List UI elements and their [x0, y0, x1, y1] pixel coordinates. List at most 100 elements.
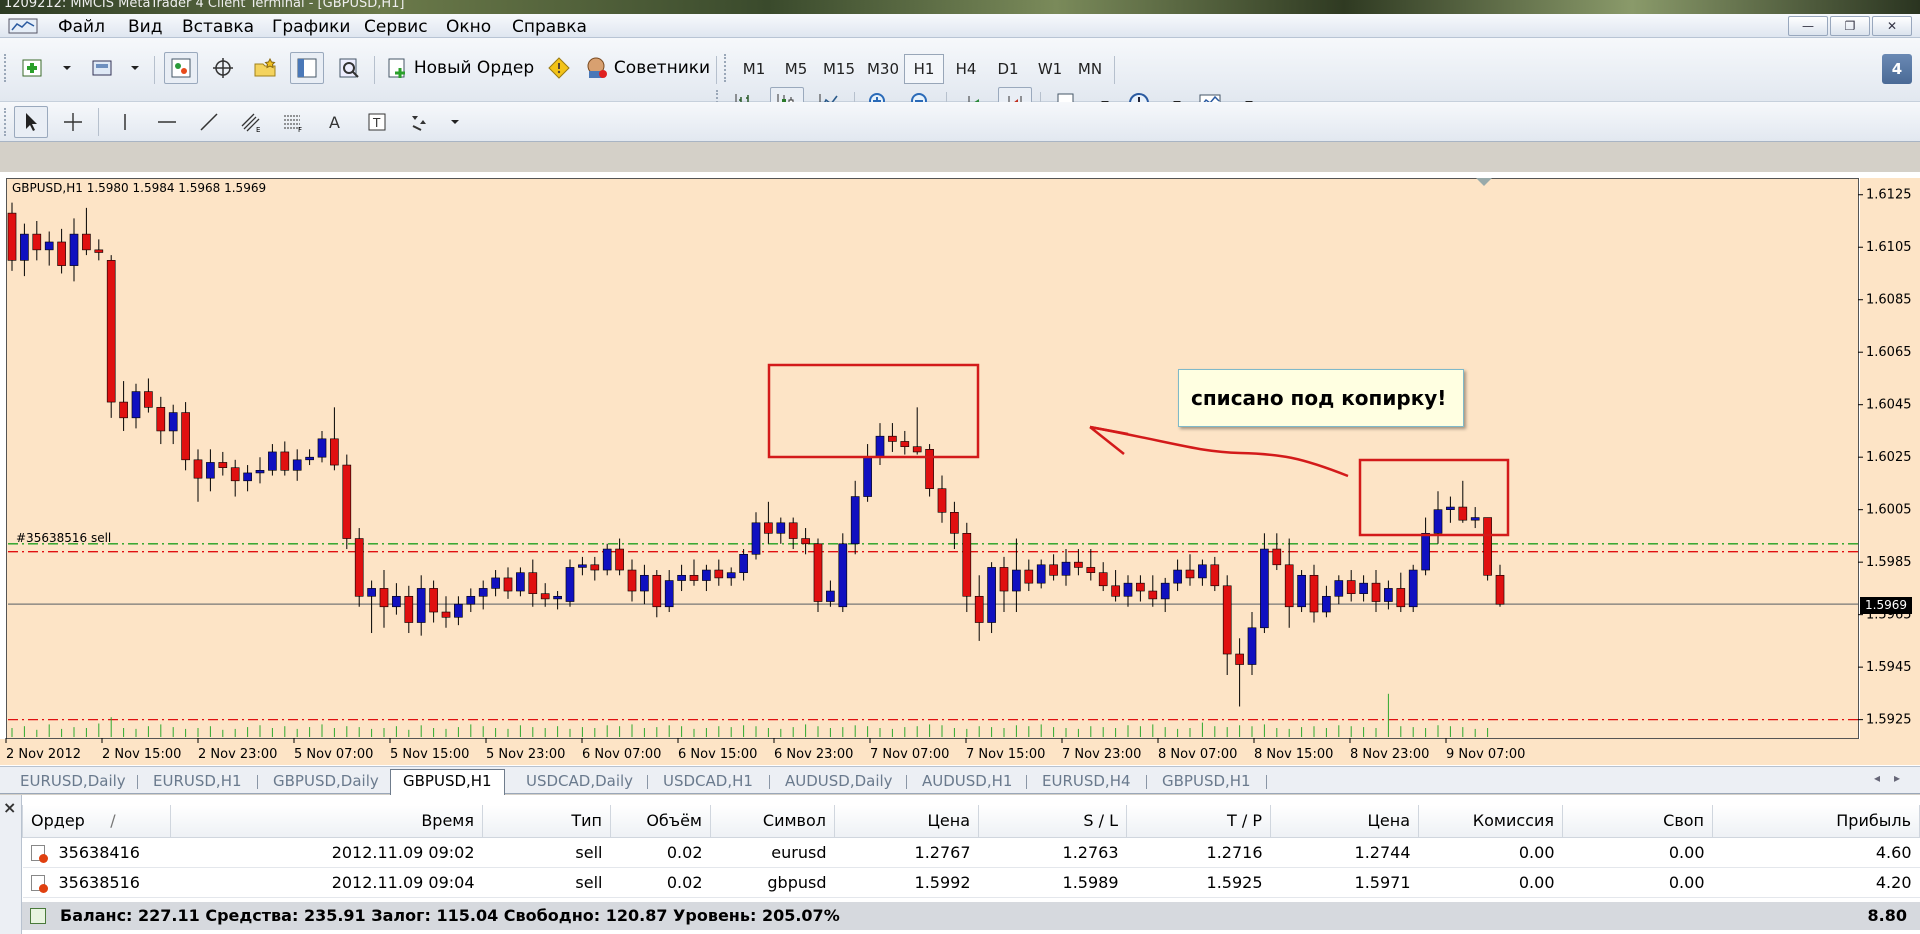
tester-button[interactable]	[332, 52, 366, 84]
tab-usdcad-h1[interactable]: USDCAD,H1	[651, 770, 765, 794]
magnifier-icon	[339, 58, 359, 78]
candle-body	[1086, 567, 1096, 573]
timeframe-mn[interactable]: MN	[1070, 54, 1110, 84]
candle-body	[379, 588, 389, 608]
arrows-dropdown[interactable]	[444, 106, 466, 138]
chart-window-icon[interactable]	[8, 18, 38, 34]
trendline-tool[interactable]	[192, 106, 226, 138]
candle-body	[950, 512, 959, 534]
col-type[interactable]: Тип	[482, 805, 611, 838]
horizontal-line-icon	[158, 121, 176, 123]
profiles-button[interactable]	[86, 52, 120, 84]
annotation-text-label[interactable]: списано под копирку!	[1178, 369, 1464, 427]
candle-body	[1408, 569, 1418, 608]
restore-button[interactable]: ❐	[1830, 16, 1870, 36]
new-order-icon	[388, 58, 405, 78]
tab-gbpusd-h1[interactable]: GBPUSD,H1	[390, 769, 505, 795]
horizontal-line-tool[interactable]	[150, 106, 184, 138]
close-icon[interactable]: ×	[3, 798, 16, 817]
candle-body	[1012, 569, 1021, 592]
candle-body	[478, 588, 488, 597]
arrows-tool[interactable]	[402, 106, 436, 138]
data-window-button[interactable]	[206, 52, 240, 84]
tab-scroll-arrows[interactable]: ◂▸	[1874, 771, 1914, 785]
tab-audusd-daily[interactable]: AUDUSD,Daily	[773, 770, 905, 794]
experts-button[interactable]: Советники	[582, 52, 712, 84]
col-sl[interactable]: S / L	[978, 805, 1127, 838]
crosshair-tool[interactable]	[56, 106, 90, 138]
col-current-price[interactable]: Цена	[1270, 805, 1419, 838]
tab-eurusd-h1[interactable]: EURUSD,H1	[141, 770, 254, 794]
candle-body	[912, 446, 922, 453]
col-profit[interactable]: Прибыль	[1712, 805, 1920, 838]
fibonacci-tool[interactable]: F	[276, 106, 310, 138]
timeframe-m15[interactable]: M15	[818, 54, 860, 84]
text-label-tool[interactable]: T	[360, 106, 394, 138]
close-button[interactable]: ✕	[1872, 16, 1912, 36]
price-chart[interactable]: 1.6125 1.6105 1.6085 1.6065 1.6045 1.6025 1.60…	[0, 172, 1920, 766]
terminal-button[interactable]	[290, 52, 324, 84]
candle-body	[491, 577, 500, 589]
candle-body	[813, 543, 823, 602]
col-price[interactable]: Цена	[834, 805, 979, 838]
y-tick-label: 1.5985	[1866, 555, 1912, 570]
menu-view[interactable]: Вид	[124, 17, 166, 37]
tab-gbpusd-daily[interactable]: GBPUSD,Daily	[261, 770, 391, 794]
tab-eurusd-h4[interactable]: EURUSD,H4	[1030, 770, 1143, 794]
menu-tools[interactable]: Сервис	[360, 17, 432, 37]
timeframe-h1[interactable]: H1	[904, 54, 944, 84]
x-tick-label: 5 Nov 15:00	[390, 747, 469, 762]
notifications-badge[interactable]: 4	[1882, 54, 1912, 84]
timeframe-w1[interactable]: W1	[1030, 54, 1070, 84]
menu-charts[interactable]: Графики	[268, 17, 354, 37]
table-row[interactable]: 35638516 2012.11.09 09:04 sell 0.02 gbpu…	[22, 867, 1920, 898]
candle-body	[875, 435, 885, 458]
col-time[interactable]: Время	[170, 805, 483, 838]
x-tick-label: 2 Nov 23:00	[198, 747, 277, 762]
col-commission[interactable]: Комиссия	[1418, 805, 1563, 838]
menu-help[interactable]: Справка	[508, 17, 591, 37]
menu-window[interactable]: Окно	[442, 17, 495, 37]
candle-body	[1371, 582, 1381, 602]
col-order[interactable]: Ордер /	[22, 805, 171, 838]
navigator-button[interactable]	[248, 52, 282, 84]
tab-eurusd-daily[interactable]: EURUSD,Daily	[8, 770, 138, 794]
candle-body	[1396, 588, 1406, 608]
tab-usdcad-daily[interactable]: USDCAD,Daily	[514, 770, 645, 794]
timeframe-m1[interactable]: M1	[734, 54, 774, 84]
vertical-line-tool[interactable]	[108, 106, 142, 138]
menu-insert[interactable]: Вставка	[178, 17, 258, 37]
candle-body	[863, 456, 872, 497]
candle-body	[404, 595, 414, 623]
balance-summary-row[interactable]: Баланс: 227.11 Средства: 235.91 Залог: 1…	[22, 902, 1920, 930]
candle-body	[925, 449, 934, 489]
table-row[interactable]: 35638416 2012.11.09 09:02 sell 0.02 euru…	[22, 837, 1920, 868]
minimize-button[interactable]: —	[1788, 16, 1828, 36]
y-tick-label: 1.6085	[1866, 293, 1912, 308]
cursor-tool[interactable]	[14, 106, 48, 138]
tab-audusd-h1[interactable]: AUDUSD,H1	[910, 770, 1024, 794]
timeframe-m5[interactable]: M5	[776, 54, 816, 84]
menu-bar: Файл Вид Вставка Графики Сервис Окно Спр…	[0, 14, 1920, 38]
profiles-dropdown[interactable]	[124, 52, 146, 84]
new-order-button[interactable]: Новый Ордер	[384, 52, 536, 84]
market-watch-button[interactable]	[164, 52, 198, 84]
equidistant-channel-tool[interactable]: E	[234, 106, 268, 138]
metaeditor-button[interactable]	[542, 52, 576, 84]
timeframe-m30[interactable]: M30	[862, 54, 904, 84]
col-symbol[interactable]: Символ	[710, 805, 835, 838]
tab-gbpusd-h1-2[interactable]: GBPUSD,H1	[1150, 770, 1263, 794]
timeframe-d1[interactable]: D1	[988, 54, 1028, 84]
candle-body	[615, 548, 624, 571]
timeframe-h4[interactable]: H4	[946, 54, 986, 84]
col-tp[interactable]: T / P	[1126, 805, 1271, 838]
col-swap[interactable]: Своп	[1562, 805, 1713, 838]
new-chart-dropdown[interactable]	[56, 52, 78, 84]
new-chart-button[interactable]	[14, 52, 52, 84]
candle-body	[503, 577, 513, 592]
col-volume[interactable]: Объём	[610, 805, 711, 838]
candle-body	[1346, 580, 1356, 594]
candle-body	[1074, 561, 1083, 568]
menu-file[interactable]: Файл	[54, 17, 109, 37]
text-tool[interactable]: A	[318, 106, 352, 138]
